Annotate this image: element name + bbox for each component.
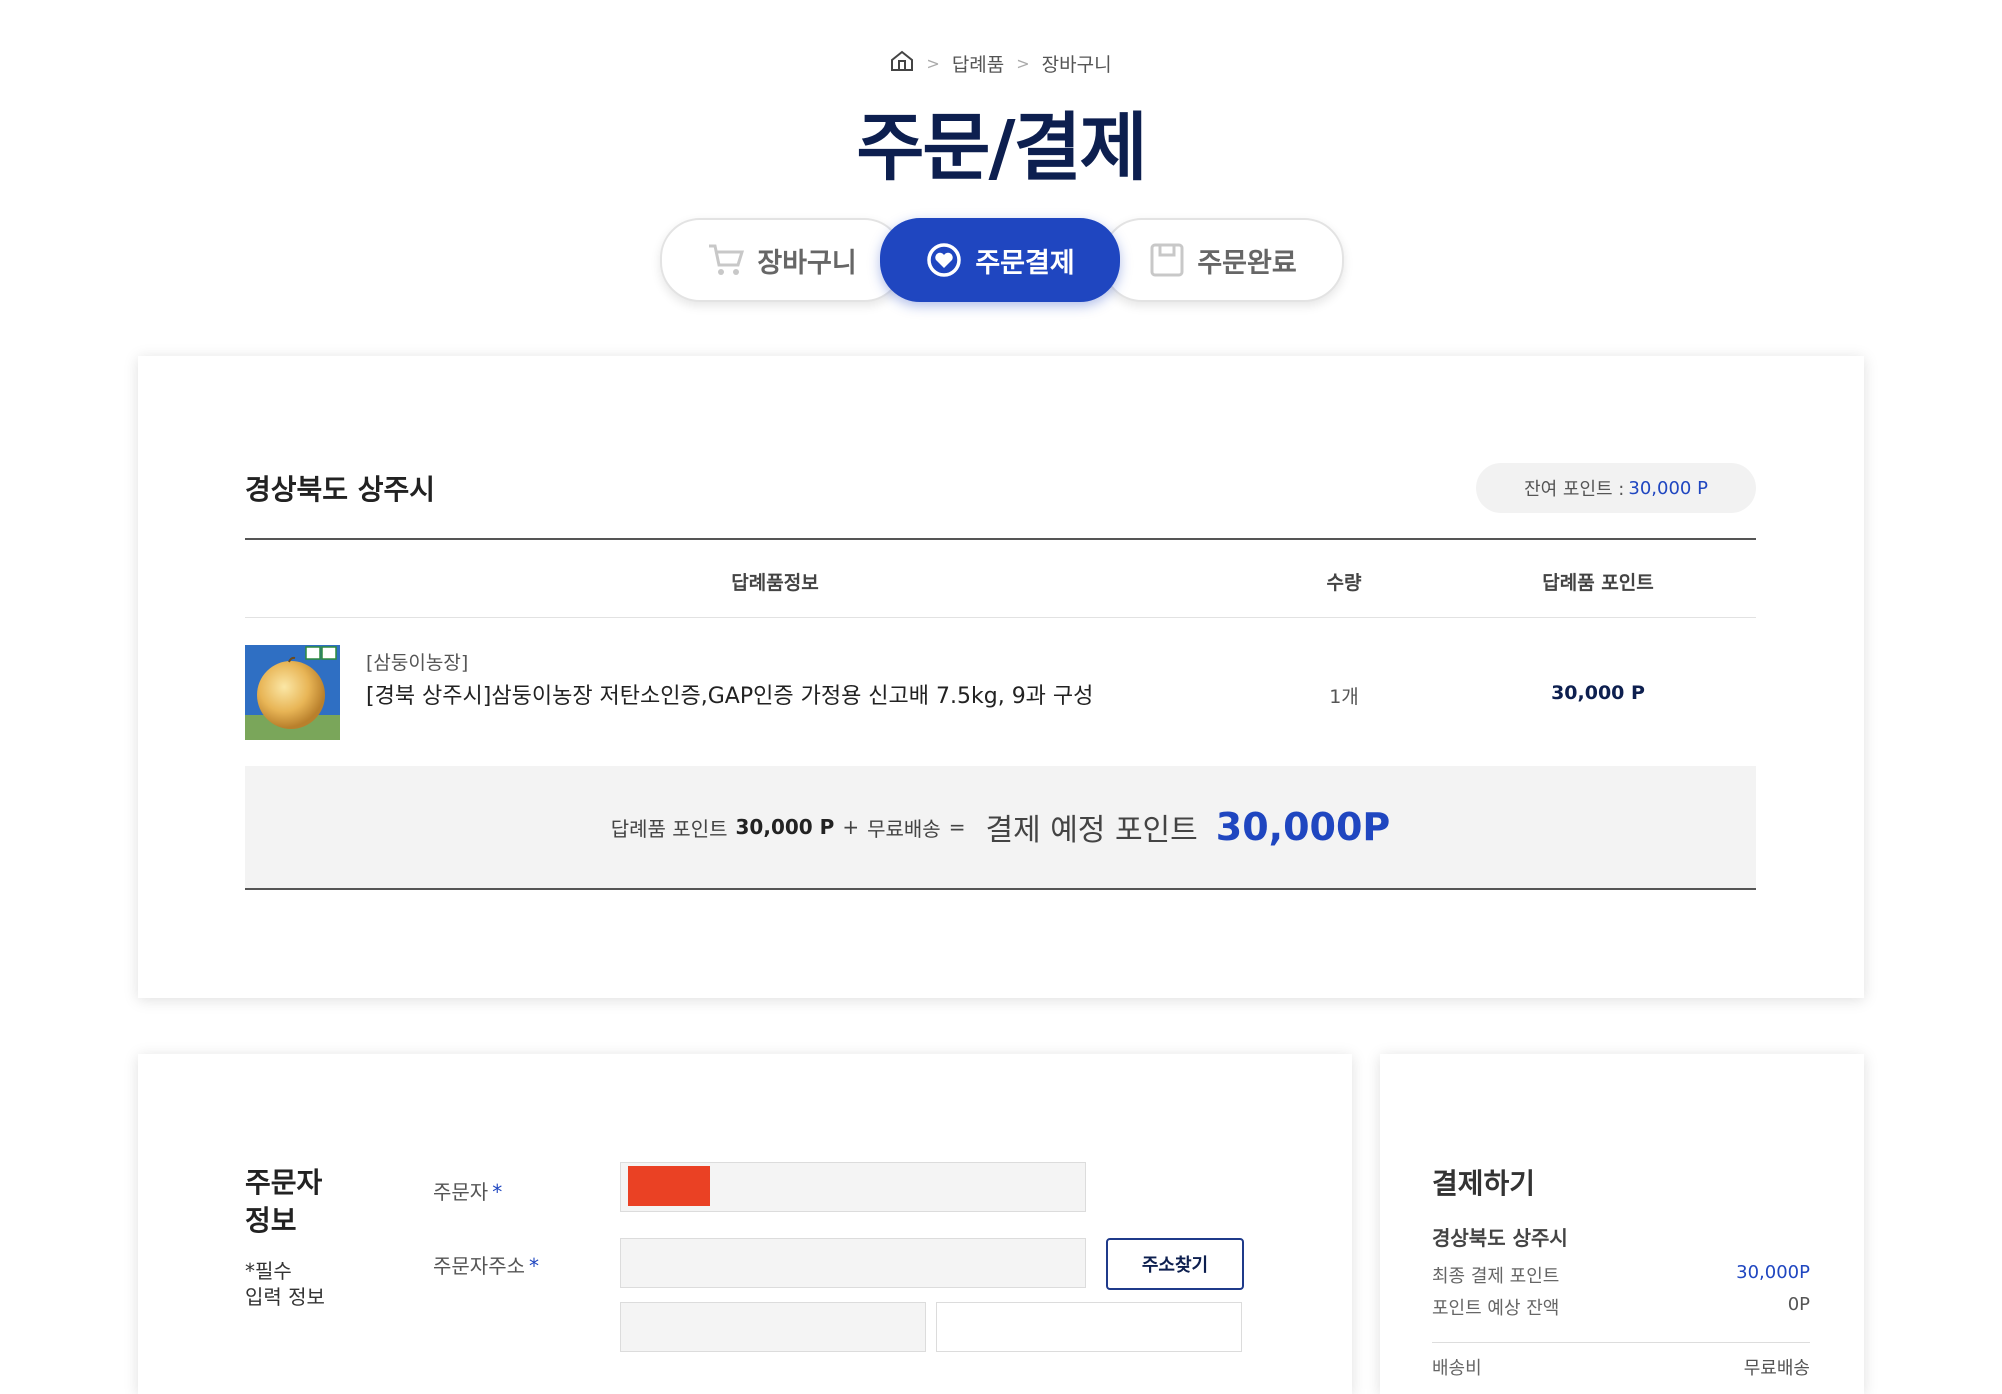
cart-card — [138, 356, 1864, 998]
postcode-input[interactable] — [621, 1239, 1085, 1287]
step-complete: 주문완료 — [1102, 218, 1344, 302]
product-thumbnail[interactable] — [245, 645, 340, 740]
remaining-points-badge: 잔여 포인트 : 30,000 P — [1476, 463, 1756, 513]
payment-region: 경상북도 상주시 — [1432, 1226, 1568, 1250]
table-bottom-border — [245, 888, 1756, 890]
cart-icon — [707, 243, 745, 277]
page-title: 주문/결제 — [856, 105, 1147, 191]
address-search-button[interactable]: 주소찾기 — [1106, 1238, 1244, 1290]
balance-value: 0P — [1787, 1294, 1810, 1315]
heart-circle-icon — [925, 241, 963, 279]
step-label: 장바구니 — [757, 247, 857, 279]
remaining-points-value: 30,000 P — [1628, 477, 1708, 499]
required-note: *필수 입력 정보 — [245, 1259, 325, 1309]
postcode-field[interactable] — [620, 1238, 1086, 1288]
product-name[interactable]: [경북 상주시]삼둥이농장 저탄소인증,GAP인증 가정용 신고배 7.5kg,… — [366, 678, 1093, 710]
final-points-row: 최종 결제 포인트 30,000P — [1432, 1262, 1810, 1288]
summary-shipping: 무료배송 — [867, 816, 941, 841]
box-icon — [1149, 242, 1185, 278]
step-checkout: 주문결제 — [880, 218, 1120, 302]
chevron-right-icon: > — [926, 54, 940, 73]
summary-total-value: 30,000P — [1215, 805, 1391, 849]
header-divider — [245, 617, 1756, 618]
redacted-name — [628, 1166, 710, 1206]
summary-plus: + — [842, 815, 860, 839]
orderer-section-title: 주문자 정보 — [245, 1166, 323, 1237]
column-header-info: 답례품정보 — [731, 572, 819, 594]
step-label: 주문결제 — [975, 247, 1075, 279]
address-detail-field[interactable] — [936, 1302, 1242, 1352]
address-main-input[interactable] — [621, 1303, 925, 1351]
home-icon[interactable] — [890, 50, 914, 77]
summary-gift-label: 답례품 포인트 — [610, 816, 728, 841]
table-top-border — [245, 538, 1756, 540]
step-cart: 장바구니 — [660, 218, 904, 302]
address-main-field[interactable] — [620, 1302, 926, 1352]
orderer-address-label: 주문자주소 * — [433, 1254, 539, 1278]
balance-label: 포인트 예상 잔액 — [1432, 1298, 1560, 1319]
final-points-value: 30,000P — [1736, 1262, 1810, 1283]
breadcrumb-item-cart[interactable]: 장바구니 — [1042, 50, 1112, 77]
payment-divider — [1432, 1342, 1810, 1343]
shipping-value: 무료배송 — [1743, 1358, 1810, 1379]
address-detail-input[interactable] — [937, 1303, 1241, 1351]
breadcrumb-item-gifts[interactable]: 답례품 — [952, 50, 1004, 77]
chevron-right-icon: > — [1016, 54, 1030, 73]
shipping-row: 배송비 무료배송 — [1432, 1354, 1810, 1380]
remaining-points-label: 잔여 포인트 : — [1524, 479, 1625, 500]
step-label: 주문완료 — [1197, 247, 1297, 279]
shipping-label: 배송비 — [1432, 1358, 1482, 1379]
summary-equals: = — [948, 815, 966, 839]
region-title: 경상북도 상주시 — [245, 473, 436, 506]
column-header-qty: 수량 — [1326, 572, 1362, 594]
order-summary-bar: 답례품 포인트 30,000 P + 무료배송 = 결제 예정 포인트 30,0… — [245, 766, 1756, 888]
product-quantity: 1개 — [1329, 686, 1359, 708]
breadcrumb: > 답례품 > 장바구니 — [0, 50, 2002, 77]
final-points-label: 최종 결제 포인트 — [1432, 1266, 1560, 1287]
product-seller: [삼둥이농장] — [366, 652, 469, 674]
column-header-point: 답례품 포인트 — [1542, 572, 1654, 594]
summary-total-label: 결제 예정 포인트 — [985, 813, 1198, 848]
order-steps: 장바구니 주문완료 주문결제 — [0, 218, 2002, 302]
balance-row: 포인트 예상 잔액 0P — [1432, 1294, 1810, 1320]
payment-title: 결제하기 — [1432, 1167, 1536, 1200]
summary-gift-value: 30,000 P — [735, 815, 835, 839]
product-point: 30,000 P — [1551, 682, 1645, 704]
orderer-name-label: 주문자 * — [433, 1180, 503, 1204]
